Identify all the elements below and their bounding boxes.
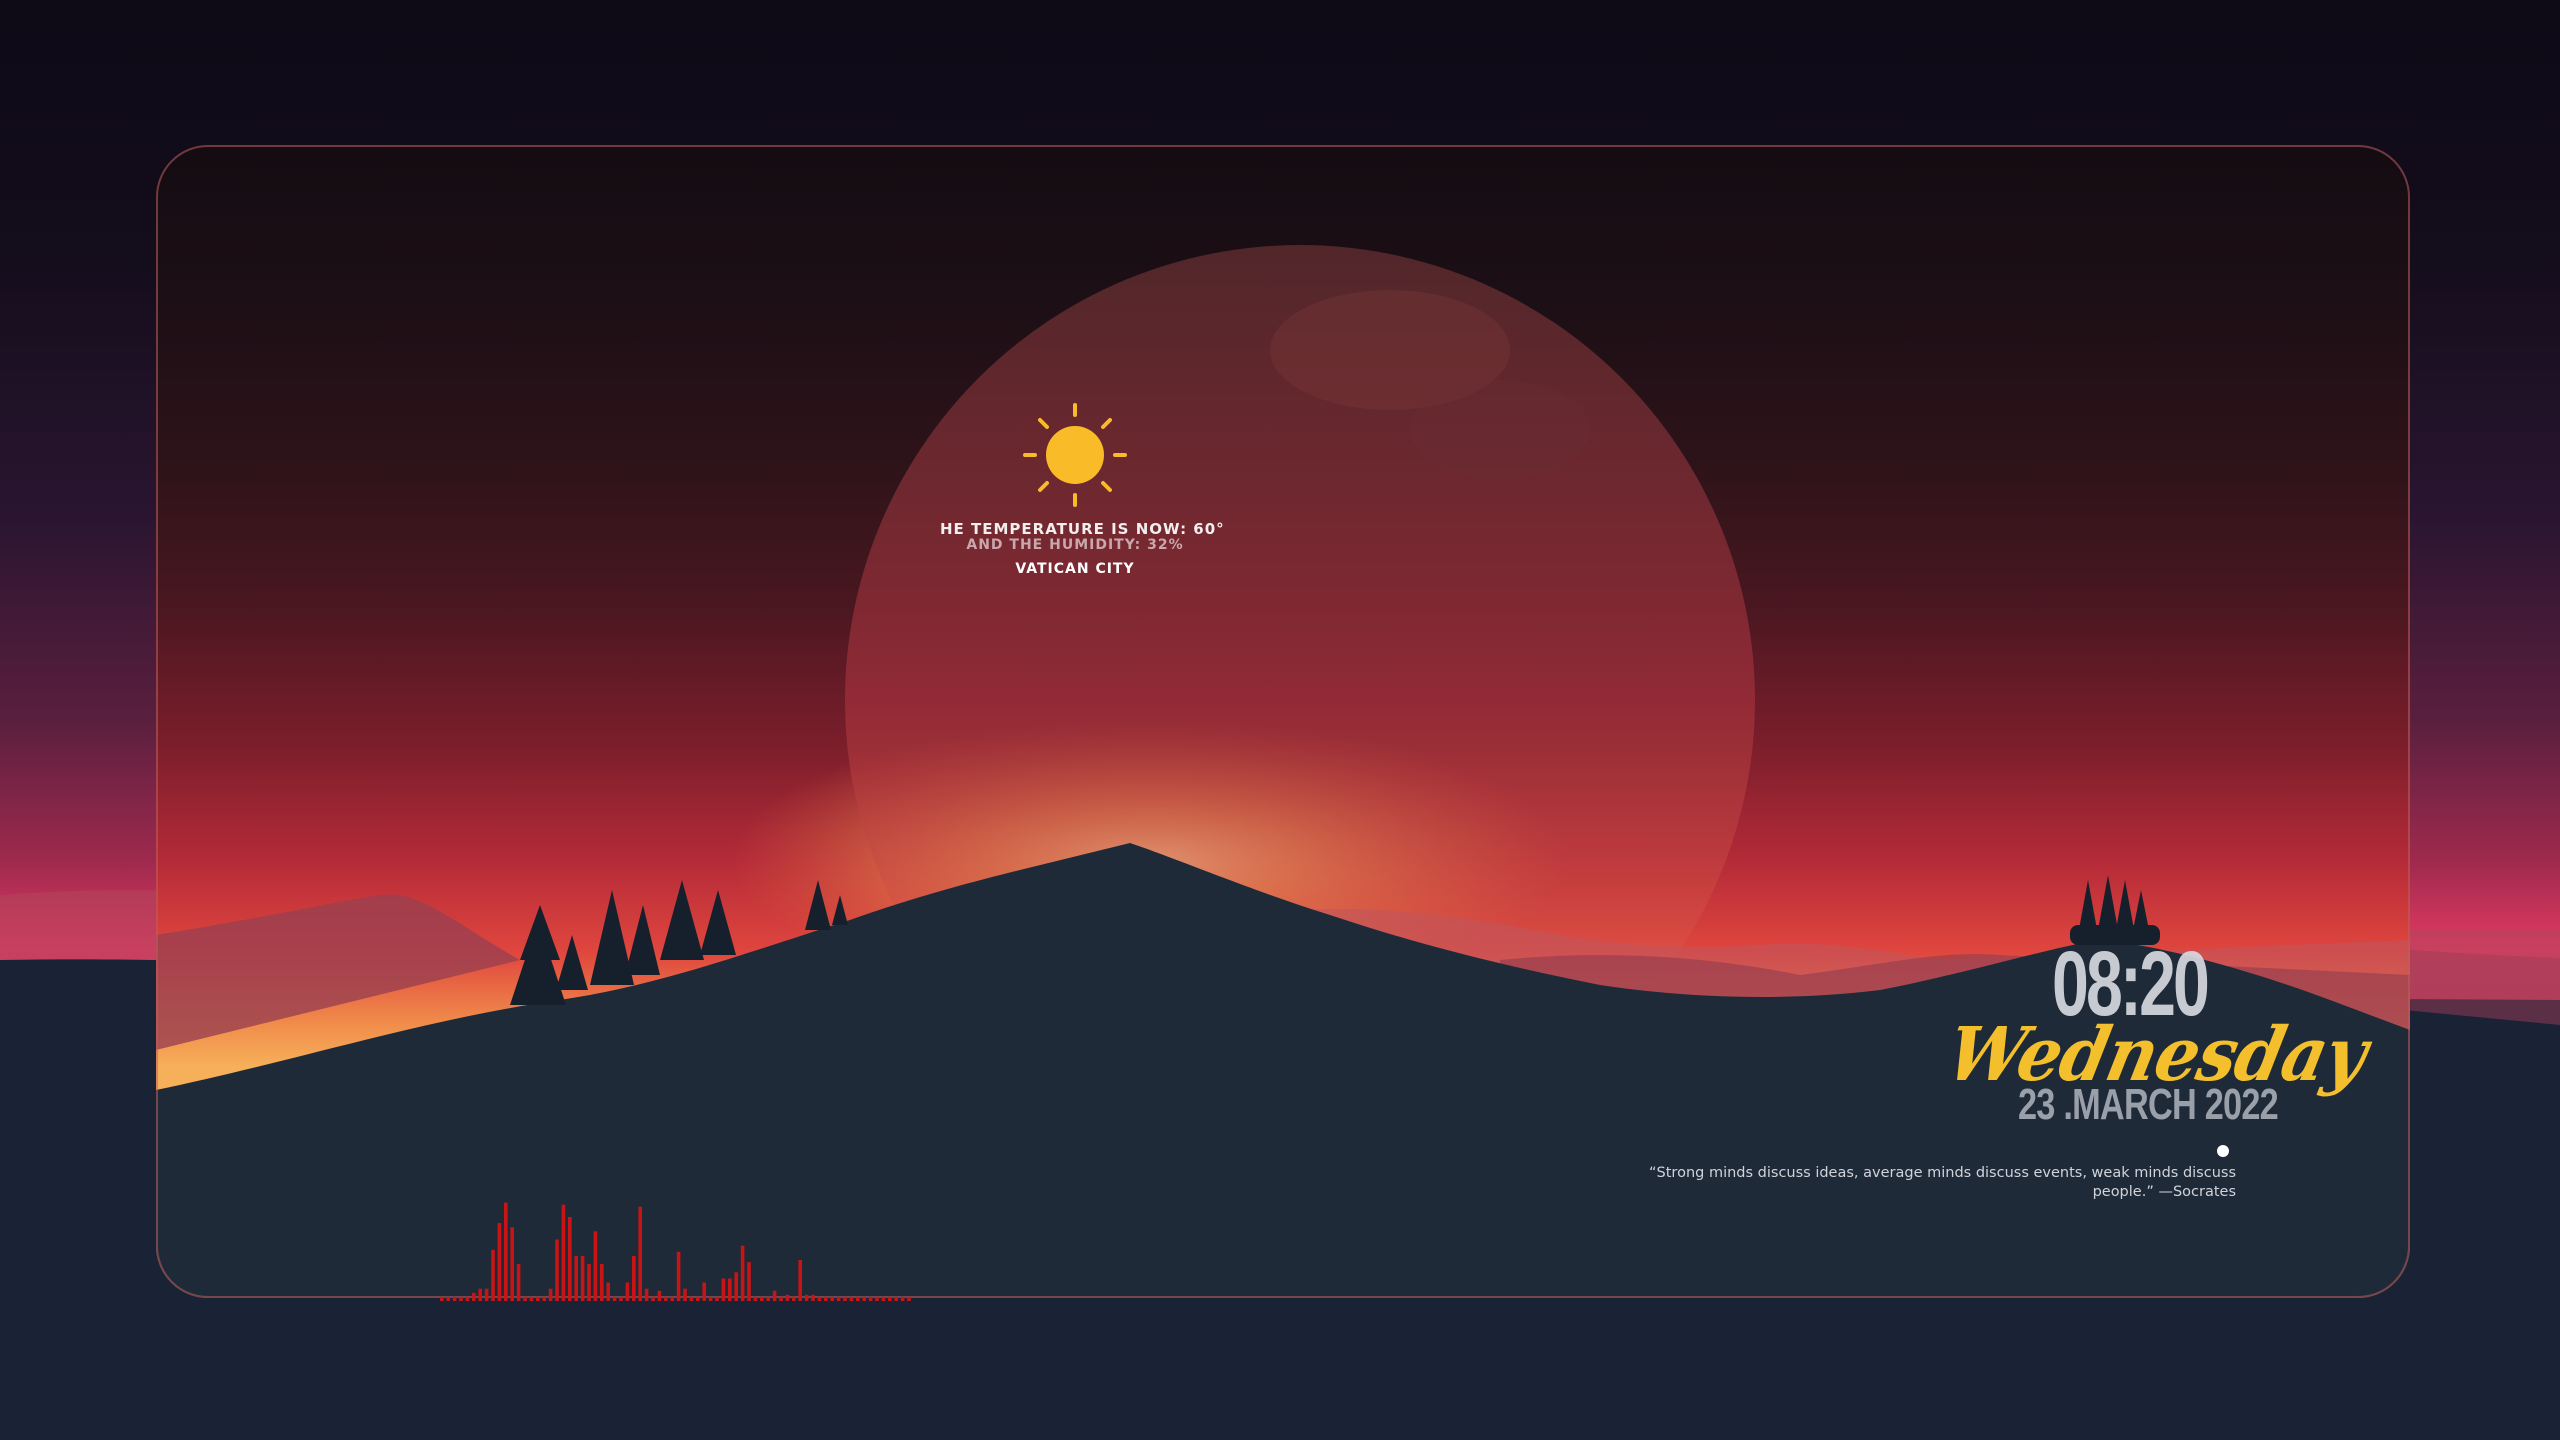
visualizer-bar — [478, 1288, 482, 1301]
visualizer-bar — [497, 1223, 502, 1301]
visualizer-bar — [760, 1296, 764, 1301]
temperature-text: HE TEMPERATURE IS NOW: 60° — [940, 520, 1225, 538]
visualizer-bar — [536, 1296, 540, 1301]
visualizer-bar — [696, 1296, 700, 1301]
visualizer-bar — [792, 1296, 796, 1301]
visualizer-bar — [606, 1282, 610, 1301]
visualizer-bar — [574, 1255, 578, 1301]
dot-indicator — [2217, 1145, 2229, 1157]
wallpaper-landscape — [0, 0, 2560, 1440]
visualizer-bar — [484, 1288, 489, 1301]
clock-date: 23 .MARCH 2022 — [2018, 1080, 2279, 1129]
visualizer-bar — [644, 1288, 649, 1301]
visualizer-bar — [632, 1255, 636, 1301]
visualizer-bar — [900, 1296, 905, 1301]
visualizer-bar — [740, 1245, 745, 1301]
visualizer-bar — [868, 1296, 873, 1301]
visualizer-bar — [894, 1296, 898, 1301]
desktop: HE TEMPERATURE IS NOW: 60° AND THE HUMID… — [0, 0, 2560, 1440]
visualizer-bar — [811, 1294, 815, 1301]
sun-icon — [1023, 403, 1127, 507]
visualizer-bar — [619, 1296, 623, 1301]
visualizer-bar — [670, 1296, 674, 1301]
visualizer-bar — [625, 1282, 630, 1301]
humidity-text: AND THE HUMIDITY: 32% — [966, 537, 1184, 553]
visualizer-bar — [881, 1296, 886, 1301]
visualizer-bar — [523, 1296, 527, 1301]
city-name: VATICAN CITY — [1015, 561, 1135, 577]
visualizer-bar — [862, 1296, 866, 1301]
visualizer-bar — [676, 1251, 681, 1301]
visualizer-bar — [849, 1296, 854, 1301]
visualizer-bar — [888, 1296, 892, 1301]
visualizer-bar — [491, 1249, 495, 1301]
visualizer-bar — [753, 1296, 758, 1301]
visualizer-bar — [721, 1278, 726, 1301]
visualizer-bar — [542, 1296, 546, 1301]
visualizer-bar — [472, 1292, 476, 1301]
visualizer-bar — [836, 1296, 841, 1301]
visualizer-bar — [728, 1278, 732, 1301]
visualizer-bar — [446, 1296, 450, 1301]
visualizer-bar — [824, 1296, 828, 1301]
visualizer-bar — [516, 1264, 521, 1301]
quote-text: “Strong minds discuss ideas, average min… — [1649, 1165, 2236, 1200]
visualizer-bar — [555, 1239, 559, 1301]
visualizer-bar — [817, 1296, 822, 1301]
visualizer-bar — [561, 1204, 566, 1301]
visualizer-bar — [715, 1296, 719, 1301]
visualizer-bar — [529, 1296, 534, 1301]
visualizer-bar — [785, 1294, 790, 1301]
visualizer-bar — [856, 1296, 860, 1301]
visualizer-bar — [593, 1231, 598, 1301]
visualizer-bar — [452, 1296, 457, 1301]
visualizer-bar — [638, 1206, 642, 1301]
clock-widget: 08:20 Wednesday 23 .MARCH 2022 — [1940, 933, 2374, 1140]
visualizer-bar — [504, 1202, 508, 1301]
visualizer-bar — [548, 1288, 553, 1301]
visualizer-bar — [907, 1296, 911, 1301]
visualizer-bar — [772, 1290, 777, 1302]
visualizer-bar — [747, 1262, 751, 1301]
visualizer-bar — [708, 1296, 713, 1301]
visualizer-bar — [734, 1272, 738, 1301]
visualizer-bar — [702, 1282, 706, 1301]
visualizer-bar — [465, 1296, 470, 1301]
visualizer-bar — [580, 1255, 585, 1301]
visualizer-bar — [689, 1296, 694, 1301]
visualizer-bar — [510, 1227, 514, 1301]
visualizer-bar — [459, 1296, 463, 1301]
visualizer-bar — [657, 1290, 662, 1302]
visualizer-bar — [804, 1294, 809, 1301]
visualizer-bar — [766, 1296, 770, 1301]
visualizer-bar — [798, 1260, 802, 1301]
visualizer-bar — [875, 1296, 879, 1301]
visualizer-bar — [440, 1296, 444, 1301]
visualizer-bar — [568, 1217, 572, 1301]
audio-visualizer — [440, 1202, 911, 1302]
visualizer-bar — [843, 1296, 847, 1301]
visualizer-bar — [683, 1288, 687, 1301]
visualizer-bar — [664, 1296, 668, 1301]
visualizer-bar — [587, 1264, 591, 1301]
visualizer-bar — [651, 1296, 655, 1301]
visualizer-bar — [612, 1296, 617, 1301]
visualizer-bar — [779, 1296, 783, 1301]
visualizer-bar — [600, 1264, 604, 1301]
visualizer-bar — [830, 1296, 834, 1301]
